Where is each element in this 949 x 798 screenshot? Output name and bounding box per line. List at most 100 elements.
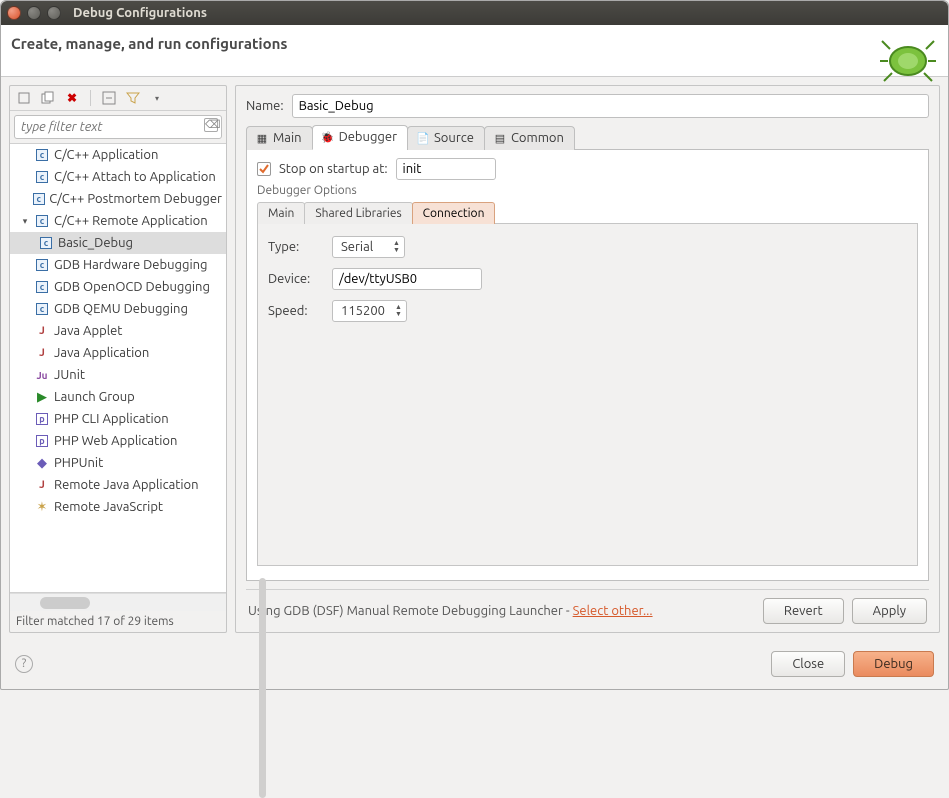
tree-item[interactable]: J Java Applet bbox=[10, 320, 226, 342]
stop-on-startup-checkbox[interactable] bbox=[257, 162, 271, 176]
launcher-text: Using GDB (DSF) Manual Remote Debugging … bbox=[248, 604, 653, 618]
apply-button[interactable]: Apply bbox=[852, 598, 927, 624]
config-tree[interactable]: cC/C++ ApplicationcC/C++ Attach to Appli… bbox=[10, 143, 226, 593]
minimize-icon[interactable] bbox=[27, 6, 41, 20]
tree-item-label: GDB QEMU Debugging bbox=[54, 302, 188, 316]
tree-item[interactable]: c C/C++ Application bbox=[10, 144, 226, 166]
tree-item-label: C/C++ Postmortem Debugger bbox=[49, 192, 222, 206]
subtab-connection[interactable]: Connection bbox=[412, 202, 496, 224]
dialog-body: ✖ ▾ ⌫ cC/C++ ApplicationcC/C++ Attach to… bbox=[1, 77, 948, 641]
tree-item[interactable]: cC/C++ Attach to Application bbox=[10, 166, 226, 188]
tree-item[interactable]: p PHP Web Application bbox=[10, 430, 226, 452]
horizontal-scrollbar[interactable] bbox=[10, 593, 226, 611]
tree-item[interactable]: ✶ Remote JavaScript bbox=[10, 496, 226, 518]
tab-debugger[interactable]: 🐞Debugger bbox=[312, 125, 408, 150]
filter-box: ⌫ bbox=[14, 115, 222, 139]
help-icon[interactable]: ? bbox=[15, 655, 33, 673]
tree-item[interactable]: Ju JUnit bbox=[10, 364, 226, 386]
window-title: Debug Configurations bbox=[73, 6, 207, 20]
tree-item[interactable]: J Java Application bbox=[10, 342, 226, 364]
tree-item[interactable]: cC/C++ Postmortem Debugger bbox=[10, 188, 226, 210]
debugger-subtabbar: Main Shared Libraries Connection bbox=[257, 201, 918, 224]
type-icon: J bbox=[34, 323, 50, 339]
tree-item-label: PHPUnit bbox=[54, 456, 103, 470]
revert-button[interactable]: Revert bbox=[763, 598, 844, 624]
type-icon: c bbox=[34, 213, 50, 229]
type-icon: ✶ bbox=[34, 499, 50, 515]
common-tab-icon: ▤ bbox=[493, 131, 507, 145]
type-icon: Ju bbox=[34, 367, 50, 383]
tree-item-label: Remote Java Application bbox=[54, 478, 199, 492]
expand-icon[interactable]: ▾ bbox=[20, 216, 30, 227]
menu-dropdown-icon[interactable]: ▾ bbox=[149, 90, 165, 106]
type-icon: p bbox=[34, 433, 50, 449]
tree-item-label: PHP Web Application bbox=[54, 434, 177, 448]
spinner-arrows-icon[interactable]: ▲▼ bbox=[387, 240, 400, 254]
tree-item-label: Launch Group bbox=[54, 390, 135, 404]
connection-panel: Type: Serial ▲▼ Device: Speed: bbox=[257, 224, 918, 566]
tree-item-label: C/C++ Attach to Application bbox=[54, 170, 216, 184]
tree-item-label: Java Application bbox=[54, 346, 149, 360]
type-row: Type: Serial ▲▼ bbox=[268, 236, 907, 258]
tree-item-label: Java Applet bbox=[54, 324, 122, 338]
name-input[interactable] bbox=[292, 94, 929, 118]
tab-common[interactable]: ▤Common bbox=[484, 126, 575, 150]
tree-item[interactable]: c GDB QEMU Debugging bbox=[10, 298, 226, 320]
titlebar: Debug Configurations bbox=[1, 1, 948, 25]
filter-status: Filter matched 17 of 29 items bbox=[10, 611, 226, 632]
tree-item-label: Basic_Debug bbox=[58, 236, 133, 250]
type-icon: c bbox=[34, 301, 50, 317]
stop-on-startup-input[interactable] bbox=[396, 158, 496, 180]
right-panel: Name: ▦Main 🐞Debugger 📄Source ▤Common St… bbox=[235, 85, 940, 633]
tree-item-label: JUnit bbox=[54, 368, 85, 382]
subtab-main[interactable]: Main bbox=[257, 202, 305, 224]
device-row: Device: bbox=[268, 268, 907, 290]
name-row: Name: bbox=[246, 94, 929, 118]
delete-icon[interactable]: ✖ bbox=[64, 90, 80, 106]
duplicate-icon[interactable] bbox=[40, 90, 56, 106]
speed-spinner[interactable]: 115200 ▲▼ bbox=[332, 300, 407, 322]
dialog-header: Create, manage, and run configurations bbox=[1, 25, 948, 77]
clear-filter-icon[interactable]: ⌫ bbox=[204, 118, 218, 132]
maximize-icon[interactable] bbox=[47, 6, 61, 20]
filter-icon[interactable] bbox=[125, 90, 141, 106]
type-select[interactable]: Serial ▲▼ bbox=[332, 236, 405, 258]
type-icon: c bbox=[38, 235, 54, 251]
type-label: Type: bbox=[268, 240, 324, 254]
tab-source[interactable]: 📄Source bbox=[407, 126, 485, 150]
spinner-arrows-icon[interactable]: ▲▼ bbox=[389, 304, 402, 318]
new-config-icon[interactable] bbox=[16, 90, 32, 106]
tree-item-child[interactable]: c Basic_Debug bbox=[10, 232, 226, 254]
type-icon: c bbox=[34, 279, 50, 295]
filter-input[interactable] bbox=[14, 115, 222, 139]
type-icon: J bbox=[34, 345, 50, 361]
stop-on-startup-row: Stop on startup at: bbox=[257, 158, 918, 180]
device-input[interactable] bbox=[332, 268, 482, 290]
tree-item[interactable]: ◆PHPUnit bbox=[10, 452, 226, 474]
tree-item-label: C/C++ Application bbox=[54, 148, 158, 162]
tree-item[interactable]: cGDB Hardware Debugging bbox=[10, 254, 226, 276]
dialog-footer: ? Close Debug bbox=[1, 641, 948, 689]
type-icon: c bbox=[34, 147, 50, 163]
config-toolbar: ✖ ▾ bbox=[10, 86, 226, 111]
close-button[interactable]: Close bbox=[771, 651, 845, 677]
tree-item-label: C/C++ Remote Application bbox=[54, 214, 208, 228]
close-icon[interactable] bbox=[7, 6, 21, 20]
debug-button[interactable]: Debug bbox=[853, 651, 934, 677]
tab-main[interactable]: ▦Main bbox=[246, 126, 313, 150]
tree-item[interactable]: pPHP CLI Application bbox=[10, 408, 226, 430]
type-icon: ▶ bbox=[34, 389, 50, 405]
tree-item[interactable]: JRemote Java Application bbox=[10, 474, 226, 496]
name-label: Name: bbox=[246, 99, 284, 113]
bug-icon bbox=[878, 31, 938, 90]
tree-item[interactable]: cGDB OpenOCD Debugging bbox=[10, 276, 226, 298]
dialog-window: Debug Configurations Create, manage, and… bbox=[0, 0, 949, 690]
tree-item[interactable]: ▶ Launch Group bbox=[10, 386, 226, 408]
subtab-shared-libraries[interactable]: Shared Libraries bbox=[304, 202, 412, 224]
tree-item-label: Remote JavaScript bbox=[54, 500, 163, 514]
select-other-link[interactable]: Select other... bbox=[573, 604, 653, 618]
type-icon: p bbox=[34, 411, 50, 427]
collapse-all-icon[interactable] bbox=[101, 90, 117, 106]
tree-item-label: GDB Hardware Debugging bbox=[54, 258, 208, 272]
tree-item[interactable]: ▾ c C/C++ Remote Application bbox=[10, 210, 226, 232]
